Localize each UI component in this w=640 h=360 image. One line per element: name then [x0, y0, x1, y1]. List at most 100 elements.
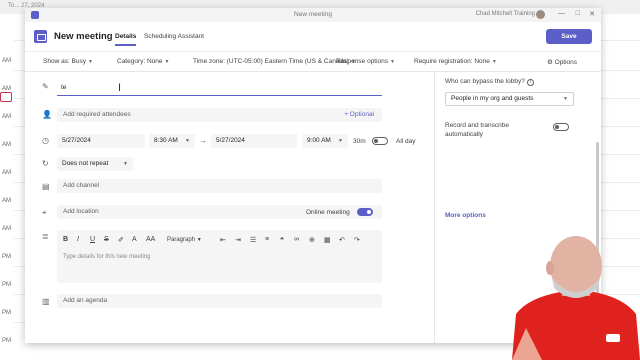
options-bar: Show as: Busy ▼ Category: None ▼ Time zone… — [25, 52, 601, 72]
decrease-indent-icon[interactable]: ⇤ — [220, 236, 226, 244]
clock-icon: ◷ — [42, 136, 49, 145]
window-user-name: Chad Mitchell Training — [475, 11, 535, 17]
record-label-line1: Record and transcribe — [445, 122, 509, 129]
chevron-down-icon: ▼ — [164, 59, 170, 65]
table-icon[interactable]: ▦ — [324, 236, 331, 244]
require-registration-dropdown[interactable]: Require registration: None ▼ — [414, 58, 497, 65]
bold-icon[interactable]: B — [63, 236, 68, 243]
meeting-details-editor[interactable]: B I U S ✐ A AA Paragraph ▼ ⇤ ⇥ ☰ ≡ ❝ ∞ ⊕… — [57, 230, 382, 283]
start-time-value: 8:30 AM — [154, 137, 178, 144]
chevron-down-icon: ▼ — [196, 237, 202, 243]
location-placeholder: Add location — [63, 208, 99, 215]
location-pin-icon: ⌖ — [42, 208, 47, 217]
agenda-input[interactable]: Add an agenda — [57, 294, 382, 308]
online-meeting-label: Online meeting — [306, 209, 350, 216]
details-placeholder: Type details for this new meeting — [63, 254, 151, 260]
lobby-value: People in my org and guests — [451, 95, 534, 102]
increase-indent-icon[interactable]: ⇥ — [235, 236, 241, 244]
category-label: Category: None — [117, 58, 163, 65]
lobby-dropdown[interactable]: People in my org and guests ▼ — [445, 92, 574, 106]
hour-label: PM — [2, 254, 11, 260]
close-button[interactable]: ✕ — [589, 10, 595, 18]
channel-input[interactable]: Add channel — [57, 179, 382, 193]
link-icon[interactable]: ∞ — [294, 236, 299, 243]
save-button[interactable]: Save — [546, 29, 592, 44]
options-label: Options — [554, 59, 578, 66]
minimize-button[interactable]: — — [558, 10, 565, 17]
hour-label: AM — [2, 142, 11, 148]
tab-scheduling-assistant[interactable]: Scheduling Assistant — [144, 33, 204, 40]
shirt-logo — [606, 334, 620, 342]
show-as-dropdown[interactable]: Show as: Busy ▼ — [43, 58, 93, 65]
current-time-marker — [0, 92, 12, 102]
category-dropdown[interactable]: Category: None ▼ — [117, 58, 169, 65]
end-time-value: 9:00 AM — [307, 137, 331, 144]
start-time-picker[interactable]: 8:30 AM ▼ — [149, 134, 195, 148]
maximize-button[interactable]: □ — [576, 10, 580, 17]
time-zone-dropdown[interactable]: Time zone: (UTC-05:00) Eastern Time (US … — [193, 58, 356, 65]
repeat-value: Does not repeat — [62, 160, 109, 167]
more-options-link[interactable]: More options — [445, 212, 486, 219]
duration-label: 30m — [353, 138, 366, 145]
font-size-icon[interactable]: AA — [146, 236, 155, 243]
repeat-dropdown[interactable]: Does not repeat ▼ — [57, 157, 133, 171]
tab-details[interactable]: Details — [115, 33, 137, 46]
chevron-down-icon: ▼ — [390, 59, 395, 65]
repeat-icon: ↻ — [42, 159, 49, 168]
avatar[interactable] — [536, 10, 545, 19]
highlight-icon[interactable]: ✐ — [118, 236, 124, 244]
meeting-form: ✎ te I 👤 Add required attendees + Option… — [25, 72, 434, 343]
hour-label: AM — [2, 170, 11, 176]
attach-icon[interactable]: ⊕ — [309, 236, 315, 244]
chevron-down-icon: ▼ — [123, 161, 128, 167]
undo-icon[interactable]: ↶ — [339, 236, 345, 244]
lobby-label: Who can bypass the lobby? i — [445, 78, 534, 86]
hour-labels: AM AM AM AM AM AM AM PM PM PM PM — [0, 0, 24, 360]
attendees-placeholder: Add required attendees — [63, 111, 131, 118]
response-options-dropdown[interactable]: Response options ▼ — [336, 58, 395, 65]
strikethrough-icon[interactable]: S — [104, 236, 109, 243]
hour-label: AM — [2, 114, 11, 120]
start-date-picker[interactable]: 5/27/2024 — [57, 134, 145, 148]
response-options-label: Response options — [336, 58, 389, 65]
chevron-down-icon: ▼ — [491, 59, 497, 65]
numbered-list-icon[interactable]: ≡ — [265, 236, 269, 243]
info-icon: i — [526, 79, 534, 86]
all-day-label: All day — [396, 138, 416, 145]
text-cursor-icon: I — [118, 82, 122, 94]
chevron-down-icon: ▼ — [88, 59, 93, 65]
agenda-label: Add an agenda — [63, 297, 108, 304]
chevron-down-icon: ▼ — [338, 138, 343, 144]
end-date-picker[interactable]: 5/27/2024 — [211, 134, 297, 148]
underline-icon[interactable]: U — [90, 236, 95, 243]
pencil-icon: ✎ — [42, 82, 49, 91]
add-person-icon: 👤 — [42, 110, 52, 119]
page-title: New meeting — [54, 31, 113, 42]
presenter-ear — [546, 261, 554, 275]
paragraph-dropdown[interactable]: Paragraph ▼ — [167, 237, 202, 243]
options-button[interactable]: ⚙ Options — [547, 58, 577, 66]
end-time-picker[interactable]: 9:00 AM ▼ — [302, 134, 348, 148]
optional-attendees-link[interactable]: + Optional — [344, 108, 374, 122]
attendees-input[interactable]: Add required attendees + Optional — [57, 108, 382, 122]
quote-icon[interactable]: ❝ — [280, 236, 284, 244]
text-format-icon: ≣ — [42, 232, 49, 241]
meeting-header: New meeting Details Scheduling Assistant… — [25, 22, 601, 52]
show-as-label: Show as: Busy — [43, 58, 86, 65]
font-color-icon[interactable]: A — [132, 236, 137, 243]
redo-icon[interactable]: ↷ — [354, 236, 360, 244]
online-meeting-toggle[interactable] — [357, 208, 373, 216]
hour-label: AM — [2, 58, 11, 64]
italic-icon[interactable]: I — [77, 236, 79, 243]
bulleted-list-icon[interactable]: ☰ — [250, 236, 256, 244]
time-zone-label: Time zone: (UTC-05:00) Eastern Time (US … — [193, 58, 349, 65]
window-titlebar: New meeting Chad Mitchell Training — □ ✕ — [25, 8, 601, 22]
all-day-toggle[interactable] — [372, 137, 388, 145]
channel-icon: ▤ — [42, 182, 50, 191]
meeting-title-input[interactable]: te — [57, 80, 382, 96]
gear-icon: ⚙ — [547, 59, 555, 66]
agenda-icon: ▥ — [42, 297, 50, 306]
record-transcribe-toggle[interactable] — [553, 123, 569, 131]
start-date-value: 5/27/2024 — [62, 137, 91, 144]
paragraph-label: Paragraph — [167, 237, 196, 243]
